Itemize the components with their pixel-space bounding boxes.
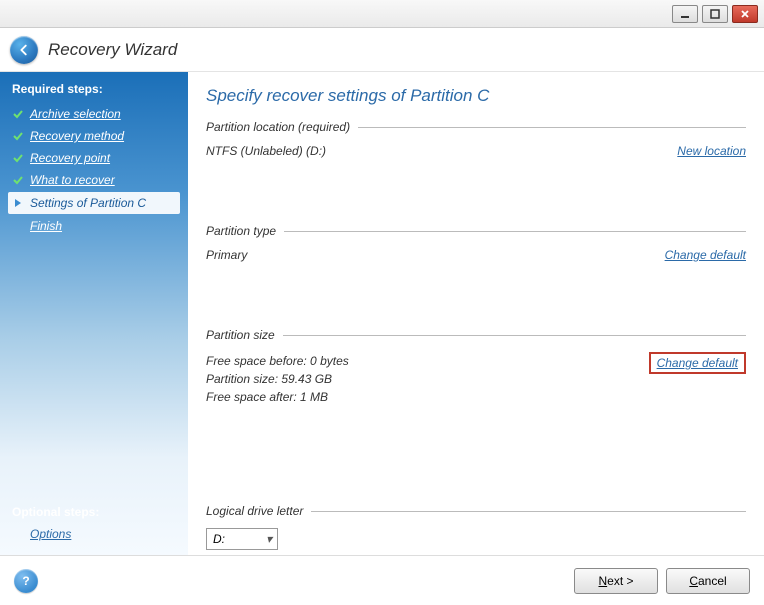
check-icon	[12, 174, 24, 186]
partition-size-heading: Partition size	[206, 328, 746, 342]
titlebar	[0, 0, 764, 28]
check-icon	[12, 130, 24, 142]
wizard-header: Recovery Wizard	[0, 28, 764, 72]
chevron-down-icon: ▾	[261, 532, 277, 546]
partition-type-heading: Partition type	[206, 224, 746, 238]
change-default-type-link[interactable]: Change default	[665, 248, 746, 262]
optional-steps: Optional steps: Options	[8, 505, 180, 541]
help-button[interactable]: ?	[14, 569, 38, 593]
drive-letter-value: D:	[213, 532, 225, 546]
step-link[interactable]: Finish	[30, 219, 62, 233]
wizard-title: Recovery Wizard	[48, 40, 177, 60]
free-space-after: Free space after: 1 MB	[206, 388, 349, 406]
back-button[interactable]	[10, 36, 38, 64]
back-arrow-icon	[17, 43, 31, 57]
options-link[interactable]: Options	[8, 527, 180, 541]
help-icon: ?	[22, 574, 29, 588]
partition-location-value: NTFS (Unlabeled) (D:)	[206, 144, 326, 158]
free-space-before: Free space before: 0 bytes	[206, 352, 349, 370]
sidebar-step-what-to-recover[interactable]: What to recover	[8, 170, 180, 190]
required-steps-heading: Required steps:	[8, 82, 180, 96]
maximize-button[interactable]	[702, 5, 728, 23]
change-default-size-highlight: Change default	[649, 352, 746, 374]
page-title: Specify recover settings of Partition C	[206, 86, 746, 106]
sidebar-step-archive-selection[interactable]: Archive selection	[8, 104, 180, 124]
logical-drive-letter-heading: Logical drive letter	[206, 504, 746, 518]
check-icon	[12, 108, 24, 120]
close-button[interactable]	[732, 5, 758, 23]
check-icon	[12, 152, 24, 164]
step-link[interactable]: What to recover	[30, 173, 115, 187]
main-panel: Specify recover settings of Partition C …	[188, 72, 764, 555]
step-link[interactable]: Recovery point	[30, 151, 110, 165]
sidebar-step-recovery-method[interactable]: Recovery method	[8, 126, 180, 146]
sidebar-step-finish[interactable]: Finish	[8, 216, 180, 236]
partition-size-value: Partition size: 59.43 GB	[206, 370, 349, 388]
partition-location-heading: Partition location (required)	[206, 120, 746, 134]
change-default-size-link[interactable]: Change default	[657, 356, 738, 370]
partition-size-info: Free space before: 0 bytes Partition siz…	[206, 352, 349, 406]
new-location-link[interactable]: New location	[677, 144, 746, 158]
step-link[interactable]: Archive selection	[30, 107, 121, 121]
sidebar-step-settings-partition-c: Settings of Partition C	[8, 192, 180, 214]
drive-letter-select[interactable]: D: ▾	[206, 528, 278, 550]
next-button[interactable]: Next >	[574, 568, 658, 594]
optional-steps-heading: Optional steps:	[8, 505, 180, 519]
sidebar-step-recovery-point[interactable]: Recovery point	[8, 148, 180, 168]
footer: ? Next > Cancel	[0, 555, 764, 605]
sidebar: Required steps: Archive selection Recove…	[0, 72, 188, 555]
step-label: Settings of Partition C	[30, 196, 146, 210]
partition-type-value: Primary	[206, 248, 247, 262]
cancel-button[interactable]: Cancel	[666, 568, 750, 594]
step-link[interactable]: Recovery method	[30, 129, 124, 143]
minimize-button[interactable]	[672, 5, 698, 23]
current-arrow-icon	[12, 197, 24, 209]
